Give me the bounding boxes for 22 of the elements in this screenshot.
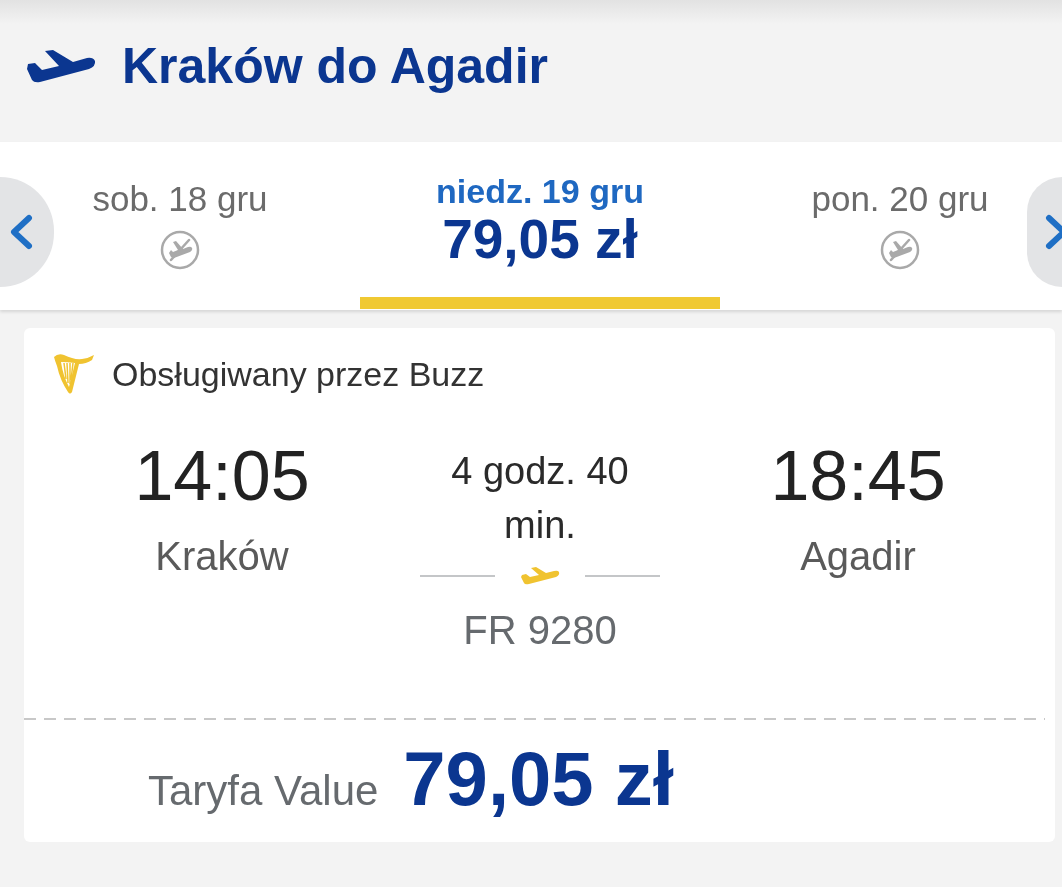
arrival-time: 18:45	[770, 439, 946, 513]
tab-date: niedz. 19 gru	[436, 171, 644, 210]
fare-name: Taryfa Value	[148, 768, 379, 814]
flight-number: FR 9280	[463, 608, 617, 652]
arrival-city: Agadir	[800, 534, 916, 578]
chevron-left-icon	[9, 214, 33, 250]
departure-city: Kraków	[155, 534, 289, 578]
fare-price: 79,05 zł	[403, 741, 674, 817]
departure-time: 14:05	[134, 439, 310, 513]
operator-label: Obsługiwany przez Buzz	[112, 354, 485, 395]
chevron-right-icon	[1045, 214, 1062, 250]
tab-date: pon. 20 gru	[811, 179, 989, 219]
tab-date: sob. 18 gru	[92, 179, 268, 219]
airplane-icon	[520, 567, 560, 585]
page-title: Kraków do Agadir	[122, 37, 548, 96]
tab-price: 79,05 zł	[442, 209, 638, 268]
airplane-icon	[25, 49, 97, 83]
date-tab[interactable]: pon. 20 gru	[780, 142, 1020, 310]
harp-logo-icon	[52, 352, 96, 396]
flight-duration: 4 godz. 40 min.	[450, 449, 630, 548]
date-tab[interactable]: sob. 18 gru	[60, 142, 300, 310]
date-tab[interactable]: niedz. 19 gru 79,05 zł	[360, 142, 720, 310]
